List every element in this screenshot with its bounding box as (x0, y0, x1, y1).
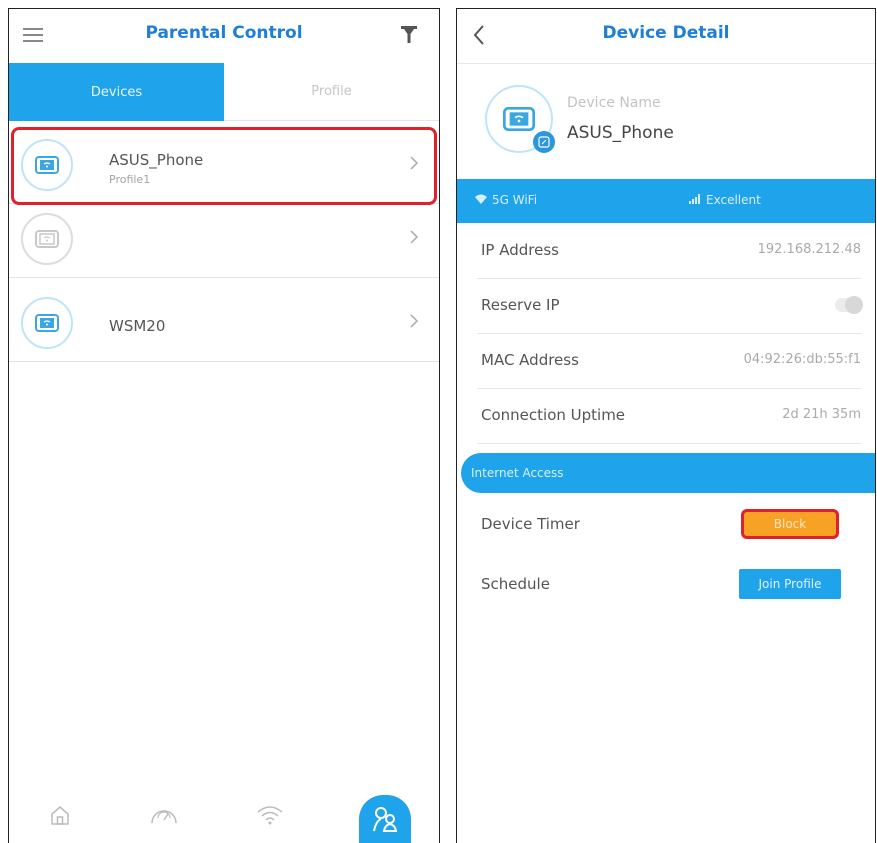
device-detail-screen: Device Detail Device Name ASUS_Phone 5G … (456, 8, 876, 843)
segmented-tabs: Devices Profile (9, 63, 439, 121)
join-profile-button[interactable]: Join Profile (739, 569, 841, 599)
device-row-unnamed[interactable] (9, 203, 439, 278)
highlight-box (11, 127, 437, 205)
device-header: Device Name ASUS_Phone (457, 63, 875, 179)
chevron-right-icon (409, 229, 419, 249)
band-wifi-label: 5G WiFi (492, 193, 538, 207)
chevron-right-icon (409, 313, 419, 333)
device-name-value: ASUS_Phone (567, 123, 674, 143)
device-icon (21, 213, 73, 265)
reserve-ip-toggle[interactable] (835, 296, 863, 314)
speed-gauge-icon[interactable] (139, 793, 189, 837)
internet-access-section: Internet Access (461, 453, 875, 493)
connection-uptime-label: Connection Uptime (481, 406, 626, 424)
block-button[interactable]: Block (741, 509, 839, 539)
wifi-icon[interactable] (245, 793, 295, 837)
parental-control-icon[interactable] (359, 795, 411, 843)
mac-address-value: 04:92:26:db:55:f1 (743, 352, 861, 367)
connection-band: 5G WiFi Excellent (457, 179, 875, 223)
schedule-label: Schedule (481, 575, 550, 593)
tab-devices[interactable]: Devices (9, 63, 224, 121)
tab-profile[interactable]: Profile (224, 63, 439, 121)
parental-control-screen: Parental Control Devices Profile ASUS_Ph… (8, 8, 440, 843)
device-timer-label: Device Timer (481, 515, 580, 533)
device-name-label: Device Name (567, 95, 661, 111)
reserve-ip-label: Reserve IP (481, 296, 560, 314)
schedule-row: Schedule Join Profile (481, 565, 855, 605)
ip-address-label: IP Address (481, 241, 559, 259)
wifi-icon (475, 193, 487, 207)
connection-uptime-row: Connection Uptime 2d 21h 35m (477, 388, 861, 444)
edit-icon[interactable] (533, 131, 555, 153)
device-icon (21, 297, 73, 349)
mac-address-label: MAC Address (481, 351, 579, 369)
ip-address-row: IP Address 192.168.212.48 (477, 223, 861, 279)
band-signal-label: Excellent (706, 193, 761, 207)
filter-icon[interactable] (397, 23, 421, 47)
device-row-wsm20[interactable]: WSM20 (9, 287, 439, 362)
ip-address-value: 192.168.212.48 (757, 242, 861, 257)
mac-address-row: MAC Address 04:92:26:db:55:f1 (477, 333, 861, 389)
bottom-nav (9, 791, 439, 843)
page-title: Device Detail (602, 23, 730, 43)
section-title: Internet Access (471, 466, 564, 480)
connection-uptime-value: 2d 21h 35m (782, 407, 861, 422)
top-bar: Parental Control (9, 9, 439, 64)
device-name: WSM20 (109, 317, 166, 335)
signal-strength-icon (689, 193, 701, 207)
top-bar: Device Detail (457, 9, 875, 64)
reserve-ip-row: Reserve IP (477, 278, 863, 334)
home-icon[interactable] (35, 793, 85, 837)
device-timer-row: Device Timer Block (481, 505, 855, 545)
page-title: Parental Control (145, 23, 303, 43)
